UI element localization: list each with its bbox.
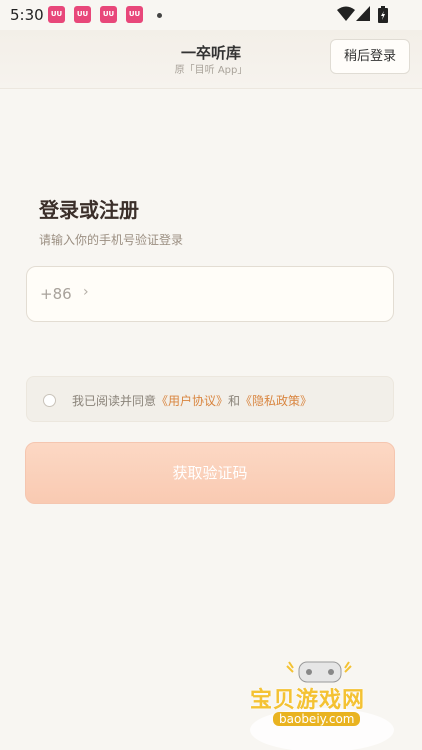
watermark-text: 宝贝游戏网 [250, 688, 366, 713]
agreement-box: 我已阅读并同意《用户协议》和《隐私政策》 [26, 376, 394, 422]
app-notification-icon: UU [100, 6, 117, 23]
user-agreement-link[interactable]: 《用户协议》 [156, 394, 228, 408]
signal-icon [356, 6, 370, 21]
phone-field[interactable]: +86 › [26, 266, 394, 322]
battery-icon [378, 6, 388, 23]
privacy-policy-link[interactable]: 《隐私政策》 [240, 394, 312, 408]
app-header: 一卒听库 原「目听 App」 稍后登录 [0, 30, 422, 89]
agreement-checkbox[interactable] [43, 394, 56, 407]
wifi-icon [337, 6, 355, 21]
agreement-prefix: 我已阅读并同意 [72, 394, 157, 408]
status-time: 5:30 [10, 6, 44, 24]
agreement-and: 和 [228, 394, 241, 408]
app-notification-icon: UU [126, 6, 143, 23]
country-code-selector[interactable]: +86 [40, 285, 72, 303]
phone-input[interactable] [115, 277, 379, 313]
page-subtitle: 请输入你的手机号验证登录 [39, 233, 184, 247]
page-title: 登录或注册 [39, 198, 139, 222]
login-later-button[interactable]: 稍后登录 [330, 39, 410, 74]
app-notification-icon: UU [48, 6, 65, 23]
status-bar: 5:30 UU UU UU UU [0, 0, 422, 30]
chevron-right-icon[interactable]: › [83, 284, 89, 300]
app-notification-icon: UU [74, 6, 91, 23]
more-notifications-icon [157, 13, 162, 18]
get-code-button[interactable]: 获取验证码 [25, 442, 395, 504]
agreement-text: 我已阅读并同意《用户协议》和《隐私政策》 [72, 392, 312, 409]
watermark-url: baobeiy.com [273, 712, 361, 726]
